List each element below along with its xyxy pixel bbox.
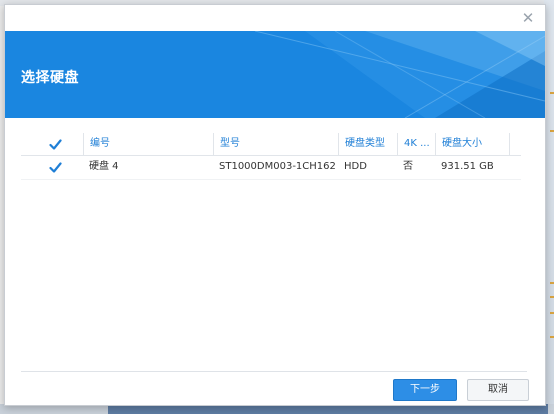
table-row[interactable]: 硬盘 4 ST1000DM003-1CH162 HDD 否 931.51 GB [21, 156, 521, 180]
dialog-header-banner: 选择硬盘 [5, 31, 545, 118]
checkmark-icon [49, 139, 62, 150]
cell-disk-type: HDD [344, 161, 367, 172]
cancel-button[interactable]: 取消 [467, 379, 529, 401]
column-header-model[interactable]: 型号 [213, 133, 338, 155]
cell-model: ST1000DM003-1CH162 [219, 161, 336, 172]
column-header-number[interactable]: 编号 [83, 133, 213, 155]
column-header-disk-type[interactable]: 硬盘类型 [338, 133, 397, 155]
disk-grid: 编号 型号 硬盘类型 4K ... 硬盘大小 硬盘 4 ST1000DM003-… [21, 133, 521, 180]
close-button[interactable]: ✕ [519, 9, 537, 27]
dialog-title: 选择硬盘 [21, 70, 79, 86]
cell-number: 硬盘 4 [89, 161, 119, 172]
checkmark-icon [49, 162, 62, 173]
next-button[interactable]: 下一步 [393, 379, 457, 401]
row-checkbox[interactable] [49, 161, 62, 174]
column-header-size[interactable]: 硬盘大小 [435, 133, 509, 155]
close-icon: ✕ [521, 9, 535, 27]
column-header-4k[interactable]: 4K ... [397, 133, 435, 155]
column-header-spacer [509, 133, 521, 155]
select-disk-dialog: ✕ 选择硬盘 编号 型号 硬盘类型 4K ... 硬盘大小 硬盘 4 ST100… [4, 4, 546, 406]
select-all-checkbox[interactable] [49, 138, 62, 151]
footer-divider [21, 371, 527, 372]
cell-size: 931.51 GB [441, 161, 494, 172]
grid-header-row: 编号 型号 硬盘类型 4K ... 硬盘大小 [21, 133, 521, 156]
cell-4k: 否 [403, 161, 413, 172]
banner-decoration [254, 31, 545, 118]
